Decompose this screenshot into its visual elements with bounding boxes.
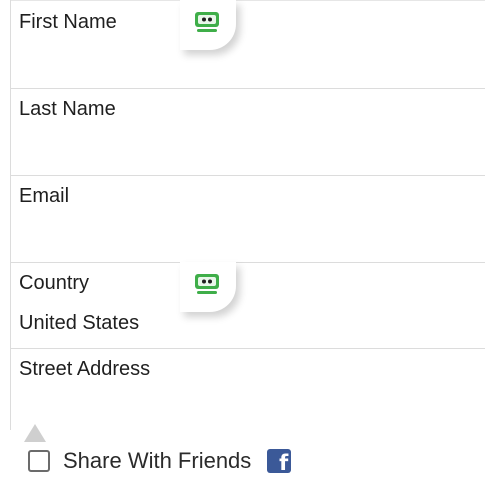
share-checkbox[interactable] <box>28 450 50 472</box>
first-name-label: First Name <box>19 11 117 33</box>
scroll-up-arrow-icon[interactable] <box>24 424 46 442</box>
autofill-helper-button-country[interactable] <box>180 262 236 312</box>
last-name-field[interactable]: Last Name <box>11 88 485 175</box>
last-name-label: Last Name <box>19 98 116 120</box>
first-name-field[interactable]: First Name <box>11 0 485 88</box>
street-address-field[interactable]: Street Address <box>11 348 485 430</box>
email-field[interactable]: Email <box>11 175 485 262</box>
country-field[interactable]: Country United States <box>11 262 485 348</box>
share-with-friends-row[interactable]: Share With Friends f <box>28 447 292 475</box>
signup-form: First Name Last Name Email Country Unite… <box>10 0 485 430</box>
email-input[interactable] <box>11 176 485 262</box>
street-address-label: Street Address <box>19 358 151 380</box>
autofill-helper-button[interactable] <box>180 0 236 50</box>
email-label: Email <box>19 185 70 207</box>
robot-face-icon <box>195 274 219 294</box>
country-value: United States <box>19 312 140 334</box>
facebook-icon[interactable]: f <box>267 449 292 474</box>
share-label: Share With Friends <box>63 448 252 473</box>
country-label: Country <box>19 272 90 294</box>
robot-face-icon <box>195 12 219 32</box>
